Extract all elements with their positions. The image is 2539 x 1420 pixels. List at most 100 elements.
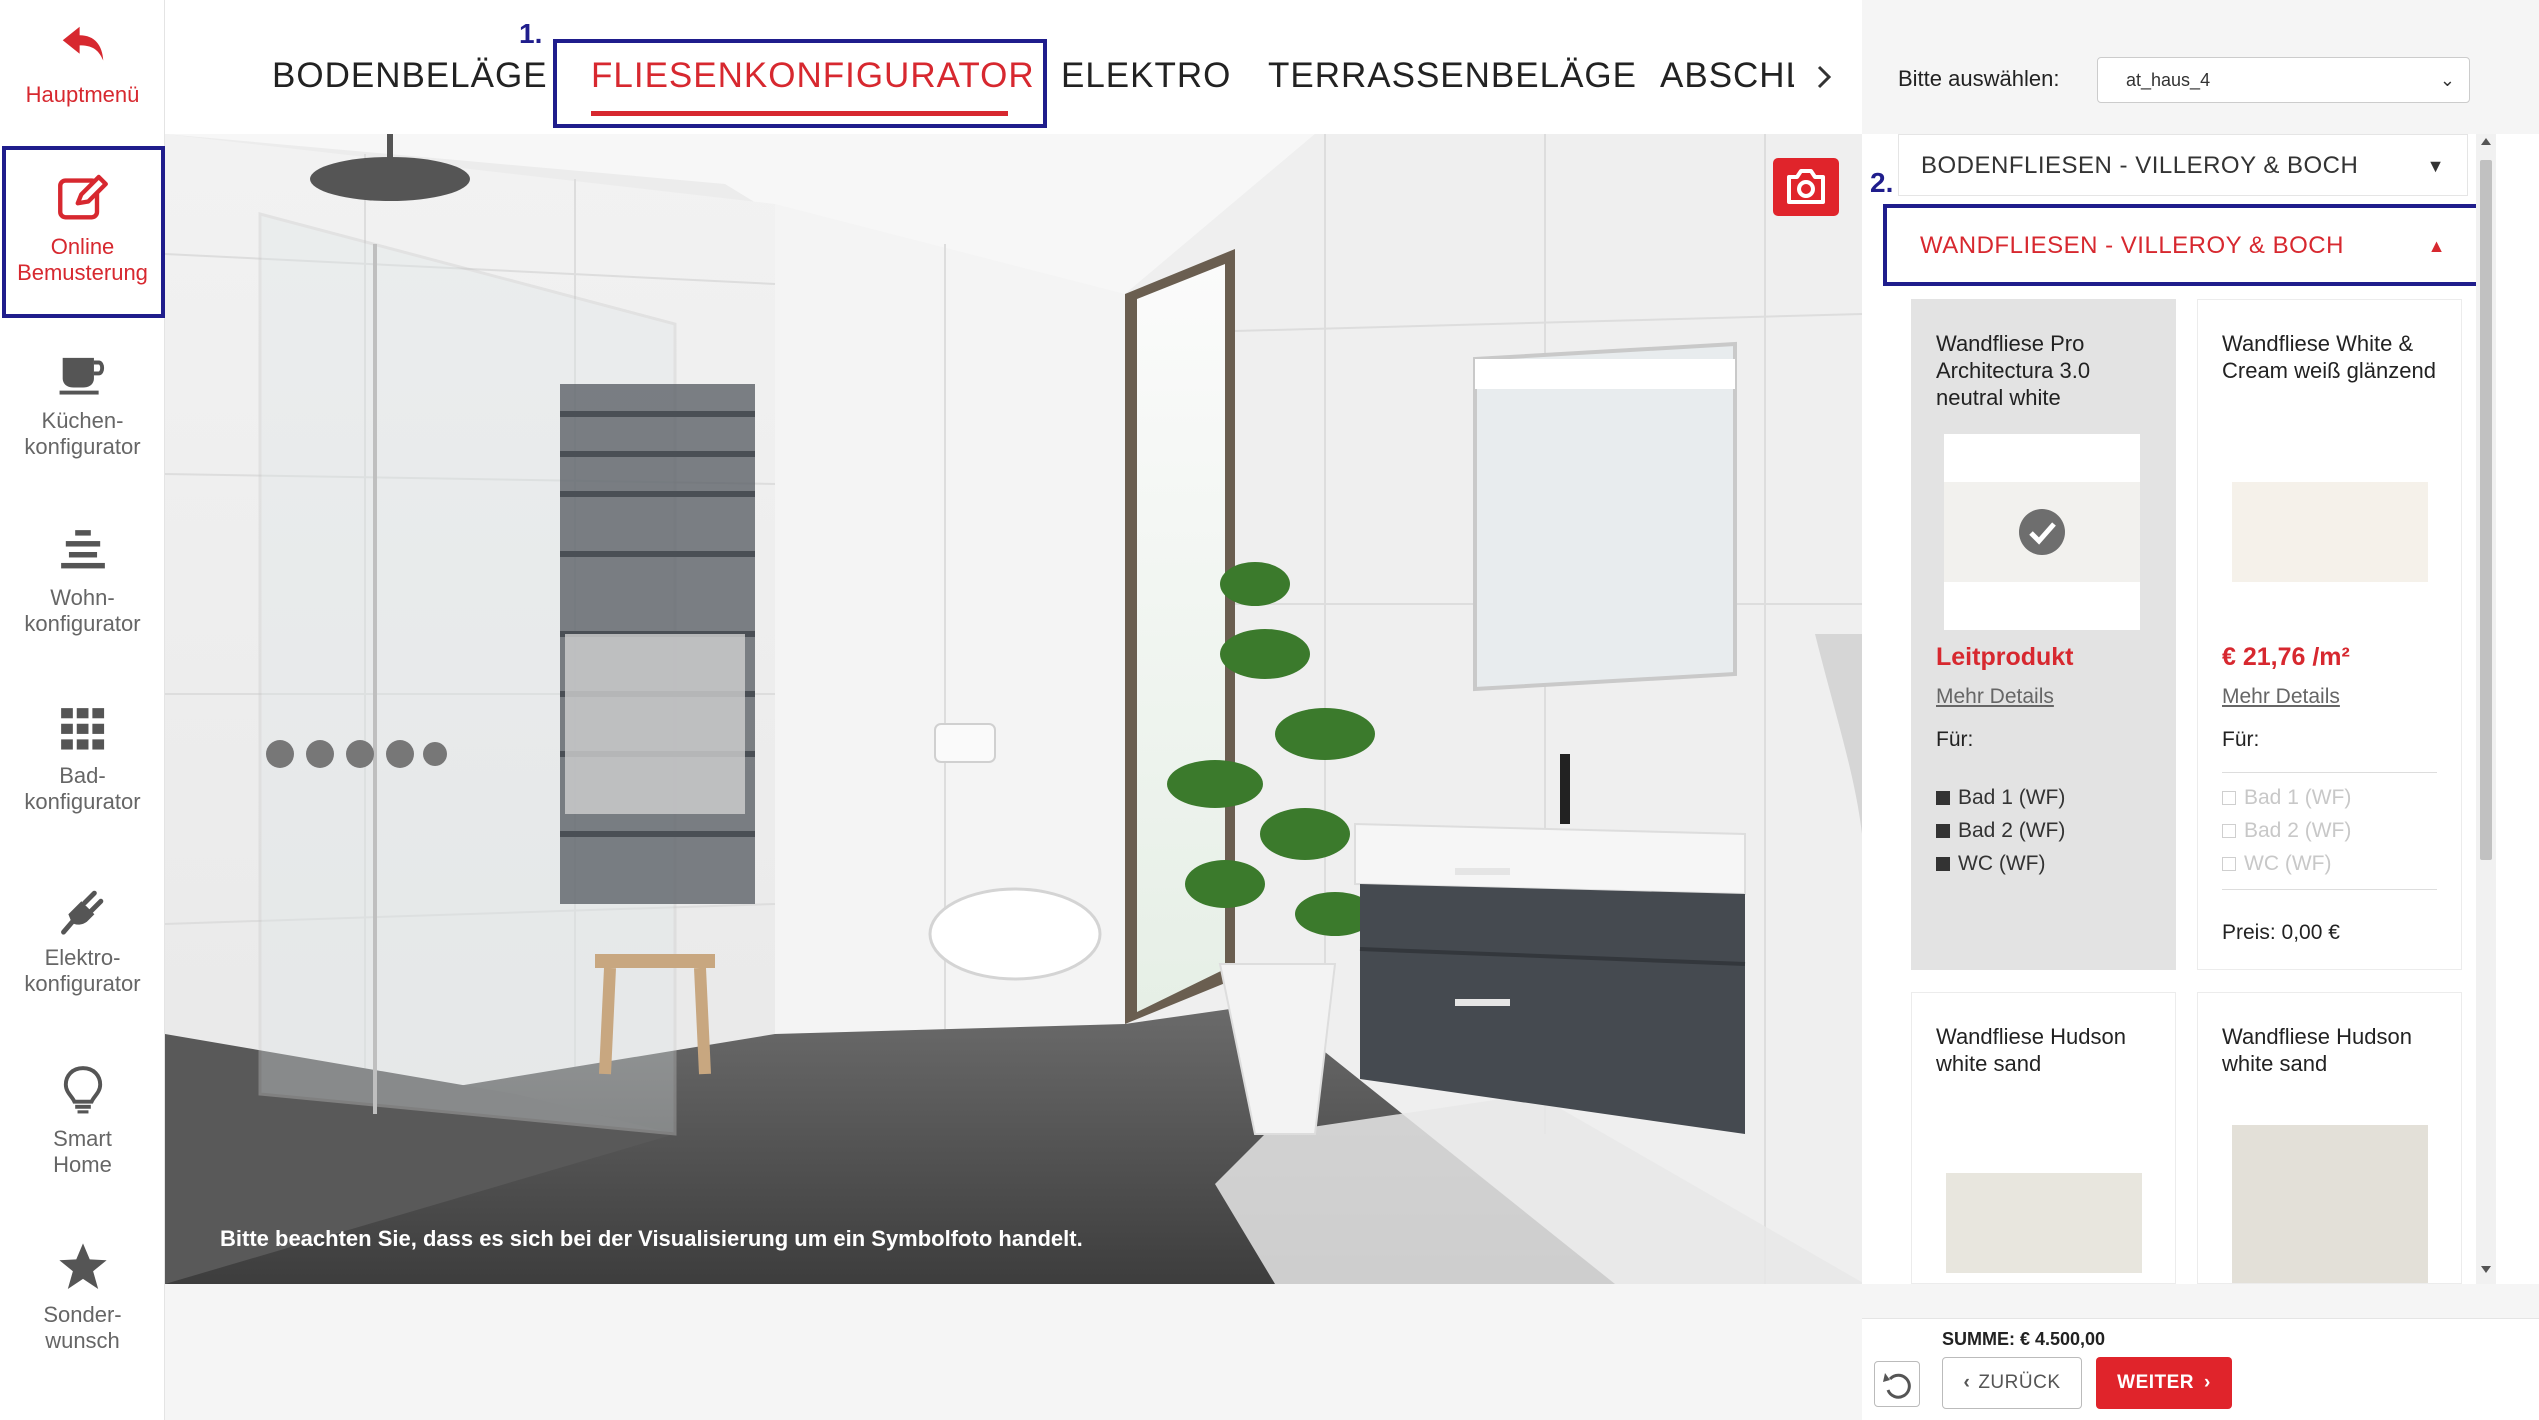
checkbox-checked-icon: [1936, 857, 1950, 871]
highlight-box-tab: [553, 39, 1047, 128]
sidebar-item-label: konfigurator: [24, 434, 141, 459]
highlight-box-accordion: [1883, 204, 2480, 286]
room-label: WC (WF): [2244, 852, 2332, 875]
sidebar-item-elektrokonfigurator[interactable]: Elektro- konfigurator: [0, 885, 165, 997]
chevron-right-icon[interactable]: [1814, 64, 1834, 90]
product-image: [1944, 434, 2140, 630]
product-title: Wandfliese Hudson white sand: [2222, 1024, 2412, 1076]
grid-icon: [60, 708, 104, 750]
chevron-down-icon: ⌄: [2439, 70, 2455, 90]
app: Hauptmenü Online Bemusterung Küchen- kon…: [0, 0, 2539, 1420]
product-price: Leitprodukt: [1936, 643, 2074, 671]
checkbox-checked-icon: [1936, 824, 1950, 838]
room-label: Bad 1 (WF): [1958, 786, 2066, 809]
house-select[interactable]: at_haus_4 ⌄: [2097, 57, 2470, 103]
step-number-1: 1.: [519, 18, 543, 49]
sidebar-item-label: Sonder-: [43, 1302, 122, 1327]
bathroom-render-image: [165, 134, 1862, 1284]
scroll-up-icon[interactable]: [2480, 136, 2492, 146]
sidebar-item-label: Smart: [53, 1126, 112, 1151]
room-label: Bad 1 (WF): [2244, 786, 2352, 809]
house-select-value: at_haus_4: [2126, 70, 2211, 90]
room-checkbox[interactable]: Bad 1 (WF): [2222, 786, 2351, 810]
product-preis: Preis: 0,00 €: [2222, 921, 2340, 944]
tab-terrassenbelaege[interactable]: TERRASSENBELÄGE: [1268, 56, 1637, 96]
sidebar-item-label: wunsch: [45, 1328, 120, 1353]
checkbox-unchecked-icon: [2222, 791, 2236, 805]
tab-elektro[interactable]: ELEKTRO: [1061, 56, 1231, 96]
accordion-bodenfliesen[interactable]: BODENFLIESEN - VILLEROY & BOCH ▼: [1898, 134, 2468, 196]
back-button[interactable]: ‹ ZURÜCK: [1942, 1357, 2082, 1409]
product-card[interactable]: Wandfliese White & Cream weiß glänzend €…: [2197, 299, 2462, 970]
bathroom-visualization: [165, 134, 1862, 1284]
product-card[interactable]: Wandfliese Pro Architectura 3.0 neutral …: [1911, 299, 2176, 970]
sidebar-item-label: konfigurator: [24, 611, 141, 636]
sidebar-item-badkonfigurator[interactable]: Bad- konfigurator: [0, 705, 165, 815]
star-icon: [58, 1243, 107, 1289]
checkbox-unchecked-icon: [2222, 824, 2236, 838]
back-arrow-icon: [62, 26, 103, 61]
sidebar-item-label: konfigurator: [24, 971, 141, 996]
camera-icon: [1787, 169, 1825, 204]
for-label: Für:: [2222, 728, 2260, 751]
product-image: [1946, 1173, 2142, 1273]
next-button[interactable]: WEITER ›: [2096, 1357, 2232, 1409]
undo-icon: [1883, 1373, 1911, 1399]
for-label: Für:: [1936, 728, 1974, 751]
visualization-disclaimer: Bitte beachten Sie, dass es sich bei der…: [220, 1226, 1083, 1251]
product-price: € 21,76 /m²: [2222, 643, 2350, 671]
tab-bodenbelaege[interactable]: BODENBELÄGE: [272, 56, 548, 96]
sidebar: Hauptmenü Online Bemusterung Küchen- kon…: [0, 0, 165, 1420]
step-number-2: 2.: [1870, 167, 1894, 198]
sidebar-item-label: Küchen-: [41, 408, 124, 433]
house-select-label: Bitte auswählen:: [1898, 66, 2060, 91]
reset-button[interactable]: [1874, 1361, 1920, 1407]
product-title: Wandfliese Pro Architectura 3.0 neutral …: [1936, 331, 2091, 410]
sidebar-item-label: Hauptmenü: [25, 82, 140, 107]
caret-down-icon: ▼: [2426, 156, 2445, 176]
divider: [2222, 889, 2437, 890]
sidebar-item-label: Wohn-: [50, 585, 115, 610]
check-circle-icon: [2019, 509, 2065, 555]
tab-abschluss[interactable]: ABSCHL: [1660, 56, 1794, 96]
room-label: Bad 2 (WF): [1958, 819, 2066, 842]
details-link[interactable]: Mehr Details: [1936, 685, 2054, 709]
product-title: Wandfliese Hudson white sand: [1936, 1024, 2126, 1076]
room-checkbox[interactable]: Bad 1 (WF): [1936, 786, 2065, 810]
sidebar-item-hauptmenu[interactable]: Hauptmenü: [0, 20, 165, 108]
sidebar-item-kuechenkonfigurator[interactable]: Küchen- konfigurator: [0, 350, 165, 460]
divider: [2222, 772, 2437, 773]
sidebar-item-label: Elektro-: [44, 945, 121, 970]
cup-icon: [59, 357, 104, 395]
next-label: WEITER: [2117, 1372, 2195, 1393]
camera-button[interactable]: [1773, 158, 1839, 216]
checkbox-unchecked-icon: [2222, 857, 2236, 871]
back-label: ZURÜCK: [1978, 1372, 2061, 1393]
room-checkbox[interactable]: Bad 2 (WF): [1936, 819, 2065, 843]
product-image: [2232, 1125, 2428, 1283]
sidebar-item-sonderwunsch[interactable]: Sonder- wunsch: [0, 1240, 165, 1354]
room-label: Bad 2 (WF): [2244, 819, 2352, 842]
chevron-right-icon: ›: [2204, 1372, 2211, 1393]
scrollbar-thumb[interactable]: [2480, 160, 2492, 860]
highlight-box-sidebar: [2, 146, 165, 318]
scroll-down-icon[interactable]: [2480, 1265, 2492, 1275]
room-checkbox[interactable]: WC (WF): [2222, 852, 2331, 876]
details-link[interactable]: Mehr Details: [2222, 685, 2340, 709]
room-label: WC (WF): [1958, 852, 2046, 875]
product-card[interactable]: Wandfliese Hudson white sand: [2197, 992, 2462, 1284]
layers-icon: [60, 530, 105, 569]
sum-total: SUMME: € 4.500,00: [1942, 1329, 2106, 1349]
product-card[interactable]: Wandfliese Hudson white sand: [1911, 992, 2176, 1284]
product-title: Wandfliese White & Cream weiß glänzend: [2222, 331, 2436, 383]
plug-icon: [60, 890, 103, 935]
product-image: [2232, 482, 2428, 582]
room-checkbox[interactable]: Bad 2 (WF): [2222, 819, 2351, 843]
lightbulb-icon: [63, 1066, 102, 1114]
accordion-title: BODENFLIESEN - VILLEROY & BOCH: [1921, 152, 2359, 179]
checkbox-checked-icon: [1936, 791, 1950, 805]
room-checkbox[interactable]: WC (WF): [1936, 852, 2045, 876]
sidebar-item-smart-home[interactable]: Smart Home: [0, 1062, 165, 1178]
sidebar-item-wohnkonfigurator[interactable]: Wohn- konfigurator: [0, 527, 165, 637]
sidebar-item-label: Home: [53, 1152, 112, 1177]
